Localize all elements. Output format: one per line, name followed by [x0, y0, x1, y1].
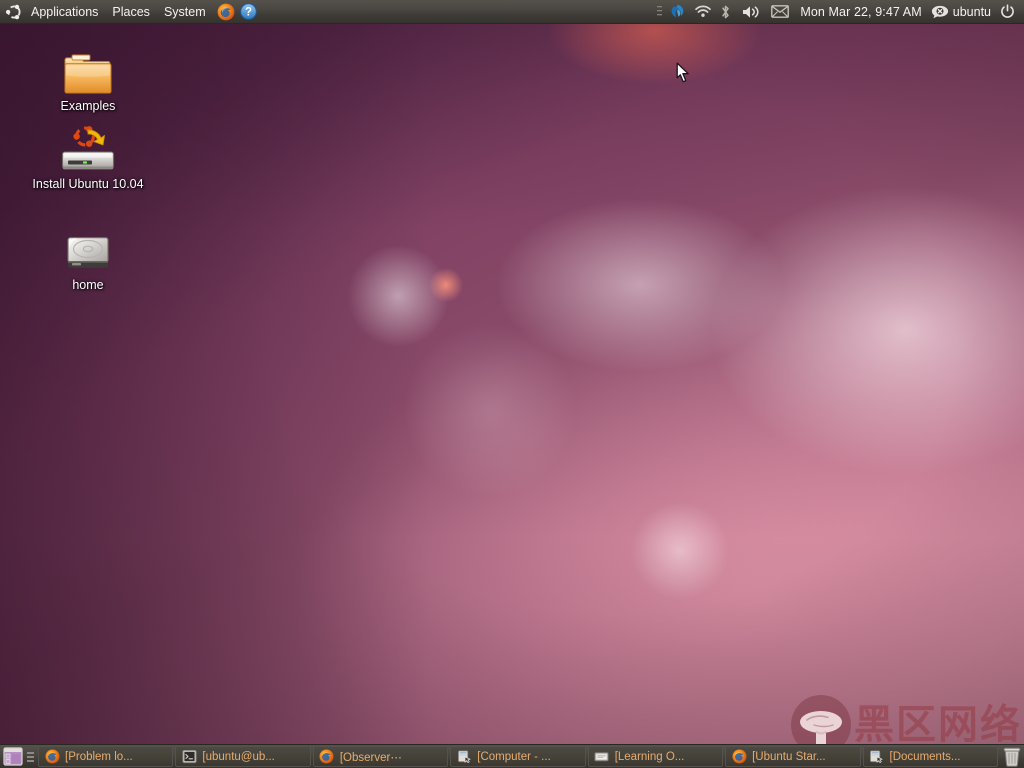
top-panel-right: Mon Mar 22, 9:47 AM ubuntu [654, 0, 1024, 24]
file-manager-icon [869, 749, 885, 765]
taskbar-item-label: [Problem lo... [65, 750, 133, 763]
taskbar-window-list: [Problem lo... [ubuntu@ub... [Observer⋯ … [38, 746, 998, 768]
firefox-launcher-icon[interactable] [213, 0, 237, 24]
svg-text:?: ? [245, 7, 252, 19]
file-manager-icon [456, 749, 472, 765]
desktop-icon-examples[interactable]: Examples [33, 44, 143, 114]
wifi-icon[interactable] [690, 0, 716, 24]
taskbar-item-label: [Ubuntu Star... [752, 750, 826, 763]
terminal-icon [181, 749, 197, 765]
firefox-icon [731, 749, 747, 765]
top-panel: Applications Places System ? Mon Mar 22,… [0, 0, 1024, 24]
taskbar-item-label: [Observer⋯ [339, 751, 402, 764]
taskbar-item-label: [ubuntu@ub... [202, 750, 275, 763]
desktop-icon-label: Install Ubuntu 10.04 [32, 177, 144, 191]
help-launcher-icon[interactable]: ? [237, 0, 260, 24]
desktop-wallpaper[interactable] [0, 0, 1024, 768]
menu-applications[interactable]: Applications [24, 1, 105, 23]
panel-user-name[interactable]: ubuntu [951, 5, 994, 19]
document-viewer-icon [594, 749, 610, 765]
speaker-volume-icon[interactable] [735, 0, 766, 24]
firefox-icon [44, 749, 60, 765]
taskbar-item-terminal[interactable]: [ubuntu@ub... [175, 746, 311, 767]
ubuntu-logo-icon[interactable] [5, 3, 23, 21]
hard-drive-icon [33, 223, 143, 275]
bottom-panel: [Problem lo... [ubuntu@ub... [Observer⋯ … [0, 744, 1024, 768]
desktop-icon-label: Examples [60, 99, 116, 113]
taskbar-item-observer[interactable]: [Observer⋯ [312, 746, 449, 767]
desktop-screen: Applications Places System ? Mon Mar 22,… [0, 0, 1024, 768]
menu-places[interactable]: Places [105, 1, 157, 23]
taskbar-item-label: [Documents... [889, 750, 961, 763]
panel-clock[interactable]: Mon Mar 22, 9:47 AM [794, 5, 927, 19]
workspace-switcher-icon[interactable] [26, 748, 35, 766]
taskbar-item-label: [Computer - ... [477, 750, 551, 763]
taskbar-item-learning[interactable]: [Learning O... [587, 746, 724, 767]
taskbar-item-problem[interactable]: [Problem lo... [38, 746, 174, 767]
menu-system[interactable]: System [157, 1, 213, 23]
taskbar-item-ubuntu-start[interactable]: [Ubuntu Star... [725, 746, 861, 767]
folder-icon [33, 44, 143, 96]
taskbar-item-documents[interactable]: [Documents... [862, 746, 998, 767]
desktop-icon-install-ubuntu[interactable]: Install Ubuntu 10.04 [23, 122, 153, 192]
desktop-icon-label: home [72, 278, 104, 292]
taskbar-item-label: [Learning O... [614, 750, 685, 763]
taskbar-item-computer[interactable]: [Computer - ... [450, 746, 586, 767]
cd-installer-icon [23, 122, 153, 174]
desktop-icon-home[interactable]: home [33, 223, 143, 293]
chat-offline-icon[interactable] [928, 0, 951, 24]
trash-can-icon[interactable] [1000, 746, 1024, 768]
power-button-icon[interactable] [994, 0, 1020, 24]
show-desktop-icon[interactable] [2, 747, 24, 767]
grip-handle-icon[interactable] [654, 0, 665, 24]
bluetooth-icon[interactable] [716, 0, 735, 24]
dropbox-icon[interactable] [665, 0, 690, 24]
envelope-mail-icon[interactable] [766, 0, 794, 24]
top-panel-left: Applications Places System ? [0, 0, 260, 24]
firefox-icon [319, 749, 335, 765]
